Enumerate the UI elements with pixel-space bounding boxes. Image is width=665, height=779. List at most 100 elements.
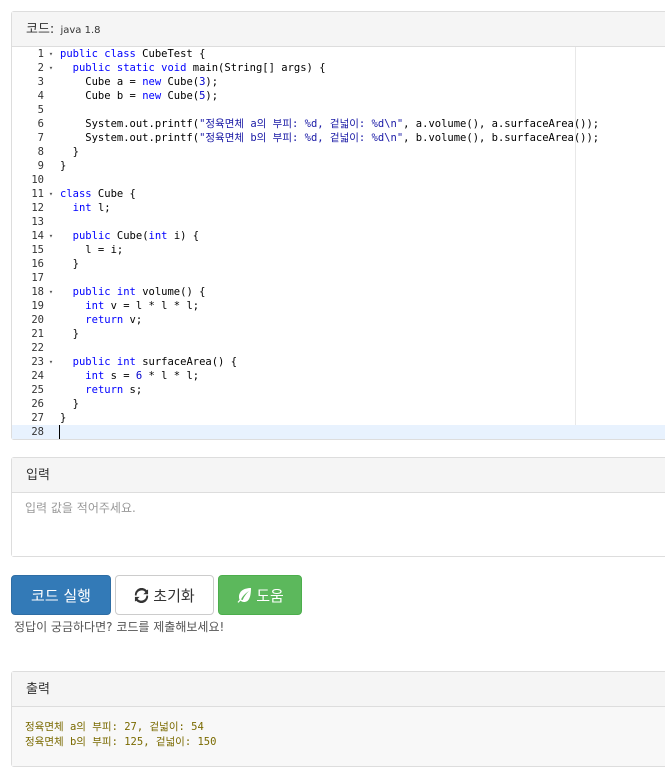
code-panel-title: 코드: — [26, 22, 55, 37]
code-text: } — [60, 258, 79, 270]
input-panel: 입력 — [11, 457, 665, 557]
leaf-icon — [237, 588, 252, 603]
code-line[interactable]: 7 System.out.printf("정육면체 b의 부피: %d, 겉넓이… — [12, 131, 665, 145]
fold-arrow-icon[interactable]: ▾ — [46, 355, 56, 369]
line-number: 23 — [31, 356, 44, 368]
line-number: 27 — [31, 412, 44, 424]
code-line[interactable]: 28 — [12, 425, 665, 439]
code-text: } — [60, 328, 79, 340]
line-number: 10 — [31, 174, 44, 186]
output-panel-heading: 출력 — [12, 672, 665, 707]
code-text: return v; — [85, 314, 143, 326]
code-line[interactable]: 23 ▾ public int surfaceArea() { — [12, 355, 665, 369]
line-number: 18 — [31, 286, 44, 298]
line-number: 11 — [31, 188, 44, 200]
code-text: l = i; — [60, 244, 124, 256]
line-number: 28 — [31, 426, 44, 438]
line-number: 4 — [37, 90, 44, 102]
code-text: int v = l * l * l; — [85, 300, 200, 312]
code-line[interactable]: 26 } — [12, 397, 665, 411]
code-line[interactable]: 12 int l; — [12, 201, 665, 215]
code-text: } — [60, 398, 79, 410]
code-text: } — [60, 160, 67, 172]
line-number: 14 — [31, 230, 44, 242]
code-text: public Cube(int i) { — [72, 230, 200, 242]
code-line[interactable]: 2 ▾ public static void main(String[] args… — [12, 61, 665, 75]
line-number: 12 — [31, 202, 44, 214]
code-line[interactable]: 16 } — [12, 257, 665, 271]
fold-arrow-icon[interactable]: ▾ — [46, 229, 56, 243]
line-number: 24 — [31, 370, 44, 382]
code-text: public int surfaceArea() { — [72, 356, 238, 368]
code-text: Cube b = new Cube(5); — [60, 90, 219, 102]
line-number: 20 — [31, 314, 44, 326]
code-line[interactable]: 17 — [12, 271, 665, 285]
code-line[interactable]: 5 — [12, 103, 665, 117]
line-number: 16 — [31, 258, 44, 270]
code-text: System.out.printf("정육면체 b의 부피: %d, 겉넓이: … — [60, 132, 600, 144]
code-line[interactable]: 6 System.out.printf("정육면체 a의 부피: %d, 겉넓이… — [12, 117, 665, 131]
code-line[interactable]: 20 return v; — [12, 313, 665, 327]
line-number: 6 — [37, 118, 44, 130]
line-number: 2 — [37, 62, 44, 74]
code-text: public static void main(String[] args) { — [72, 62, 326, 74]
line-number: 1 — [37, 48, 44, 60]
code-line[interactable]: 11 ▾ class Cube { — [12, 187, 665, 201]
stdin-input[interactable] — [12, 493, 665, 556]
fold-arrow-icon[interactable]: ▾ — [46, 285, 56, 299]
line-number: 25 — [31, 384, 44, 396]
code-line[interactable]: 27} — [12, 411, 665, 425]
code-line[interactable]: 14 ▾ public Cube(int i) { — [12, 229, 665, 243]
code-line[interactable]: 9} — [12, 159, 665, 173]
run-code-label: 코드 실행 — [31, 586, 91, 605]
line-number: 21 — [31, 328, 44, 340]
text-cursor — [59, 425, 60, 439]
code-text: } — [60, 412, 67, 424]
fold-arrow-icon[interactable]: ▾ — [46, 61, 56, 75]
code-line[interactable]: 19 int v = l * l * l; — [12, 299, 665, 313]
fold-arrow-icon[interactable]: ▾ — [46, 47, 56, 61]
code-text: int s = 6 * l * l; — [85, 370, 200, 382]
fold-arrow-icon[interactable]: ▾ — [46, 187, 56, 201]
submit-hint: 정답이 궁금하다면? 코드를 제출해보세요! — [14, 620, 225, 634]
line-number: 8 — [37, 146, 44, 158]
code-line[interactable]: 10 — [12, 173, 665, 187]
code-text: Cube a = new Cube(3); — [60, 76, 219, 88]
code-line[interactable]: 22 — [12, 341, 665, 355]
line-number: 7 — [37, 132, 44, 144]
code-line[interactable]: 13 — [12, 215, 665, 229]
code-line[interactable]: 1 ▾ public class CubeTest { — [12, 47, 665, 61]
line-number: 13 — [31, 216, 44, 228]
code-text: } — [60, 146, 79, 158]
code-line[interactable]: 15 l = i; — [12, 243, 665, 257]
code-line[interactable]: 18 ▾ public int volume() { — [12, 285, 665, 299]
code-text: System.out.printf("정육면체 a의 부피: %d, 겉넓이: … — [60, 118, 600, 130]
help-label: 도움 — [256, 586, 284, 605]
code-editor[interactable]: 1 ▾ public class CubeTest {2 ▾ public stati… — [12, 47, 665, 439]
code-line[interactable]: 24 int s = 6 * l * l; — [12, 369, 665, 383]
reset-label: 초기화 — [153, 586, 195, 605]
code-text: public class CubeTest { — [60, 48, 206, 60]
code-line[interactable]: 21 } — [12, 327, 665, 341]
code-text: return s; — [85, 384, 143, 396]
refresh-icon — [135, 587, 149, 603]
reset-button[interactable]: 초기화 — [115, 575, 214, 615]
code-line[interactable]: 4 Cube b = new Cube(5); — [12, 89, 665, 103]
code-text: public int volume() { — [72, 286, 206, 298]
code-line[interactable]: 8 } — [12, 145, 665, 159]
line-number: 22 — [31, 342, 44, 354]
line-number: 17 — [31, 272, 44, 284]
help-button[interactable]: 도움 — [218, 575, 302, 615]
output-area: 정육면체 a의 부피: 27, 겉넓이: 54 정육면체 b의 부피: 125, … — [12, 707, 665, 766]
code-panel: 코드: java 1.8 1 ▾ public class CubeTest {2 ▾… — [11, 11, 665, 440]
language-label: java 1.8 — [60, 25, 101, 36]
code-line[interactable]: 3 Cube a = new Cube(3); — [12, 75, 665, 89]
line-number: 26 — [31, 398, 44, 410]
input-panel-heading: 입력 — [12, 458, 665, 493]
code-line[interactable]: 25 return s; — [12, 383, 665, 397]
output-line: 정육면체 b의 부피: 125, 겉넓이: 150 — [25, 736, 217, 748]
line-number: 15 — [31, 244, 44, 256]
run-code-button[interactable]: 코드 실행 — [11, 575, 111, 615]
code-text: class Cube { — [60, 188, 136, 200]
output-panel: 출력 정육면체 a의 부피: 27, 겉넓이: 54 정육면체 b의 부피: 12… — [11, 671, 665, 767]
